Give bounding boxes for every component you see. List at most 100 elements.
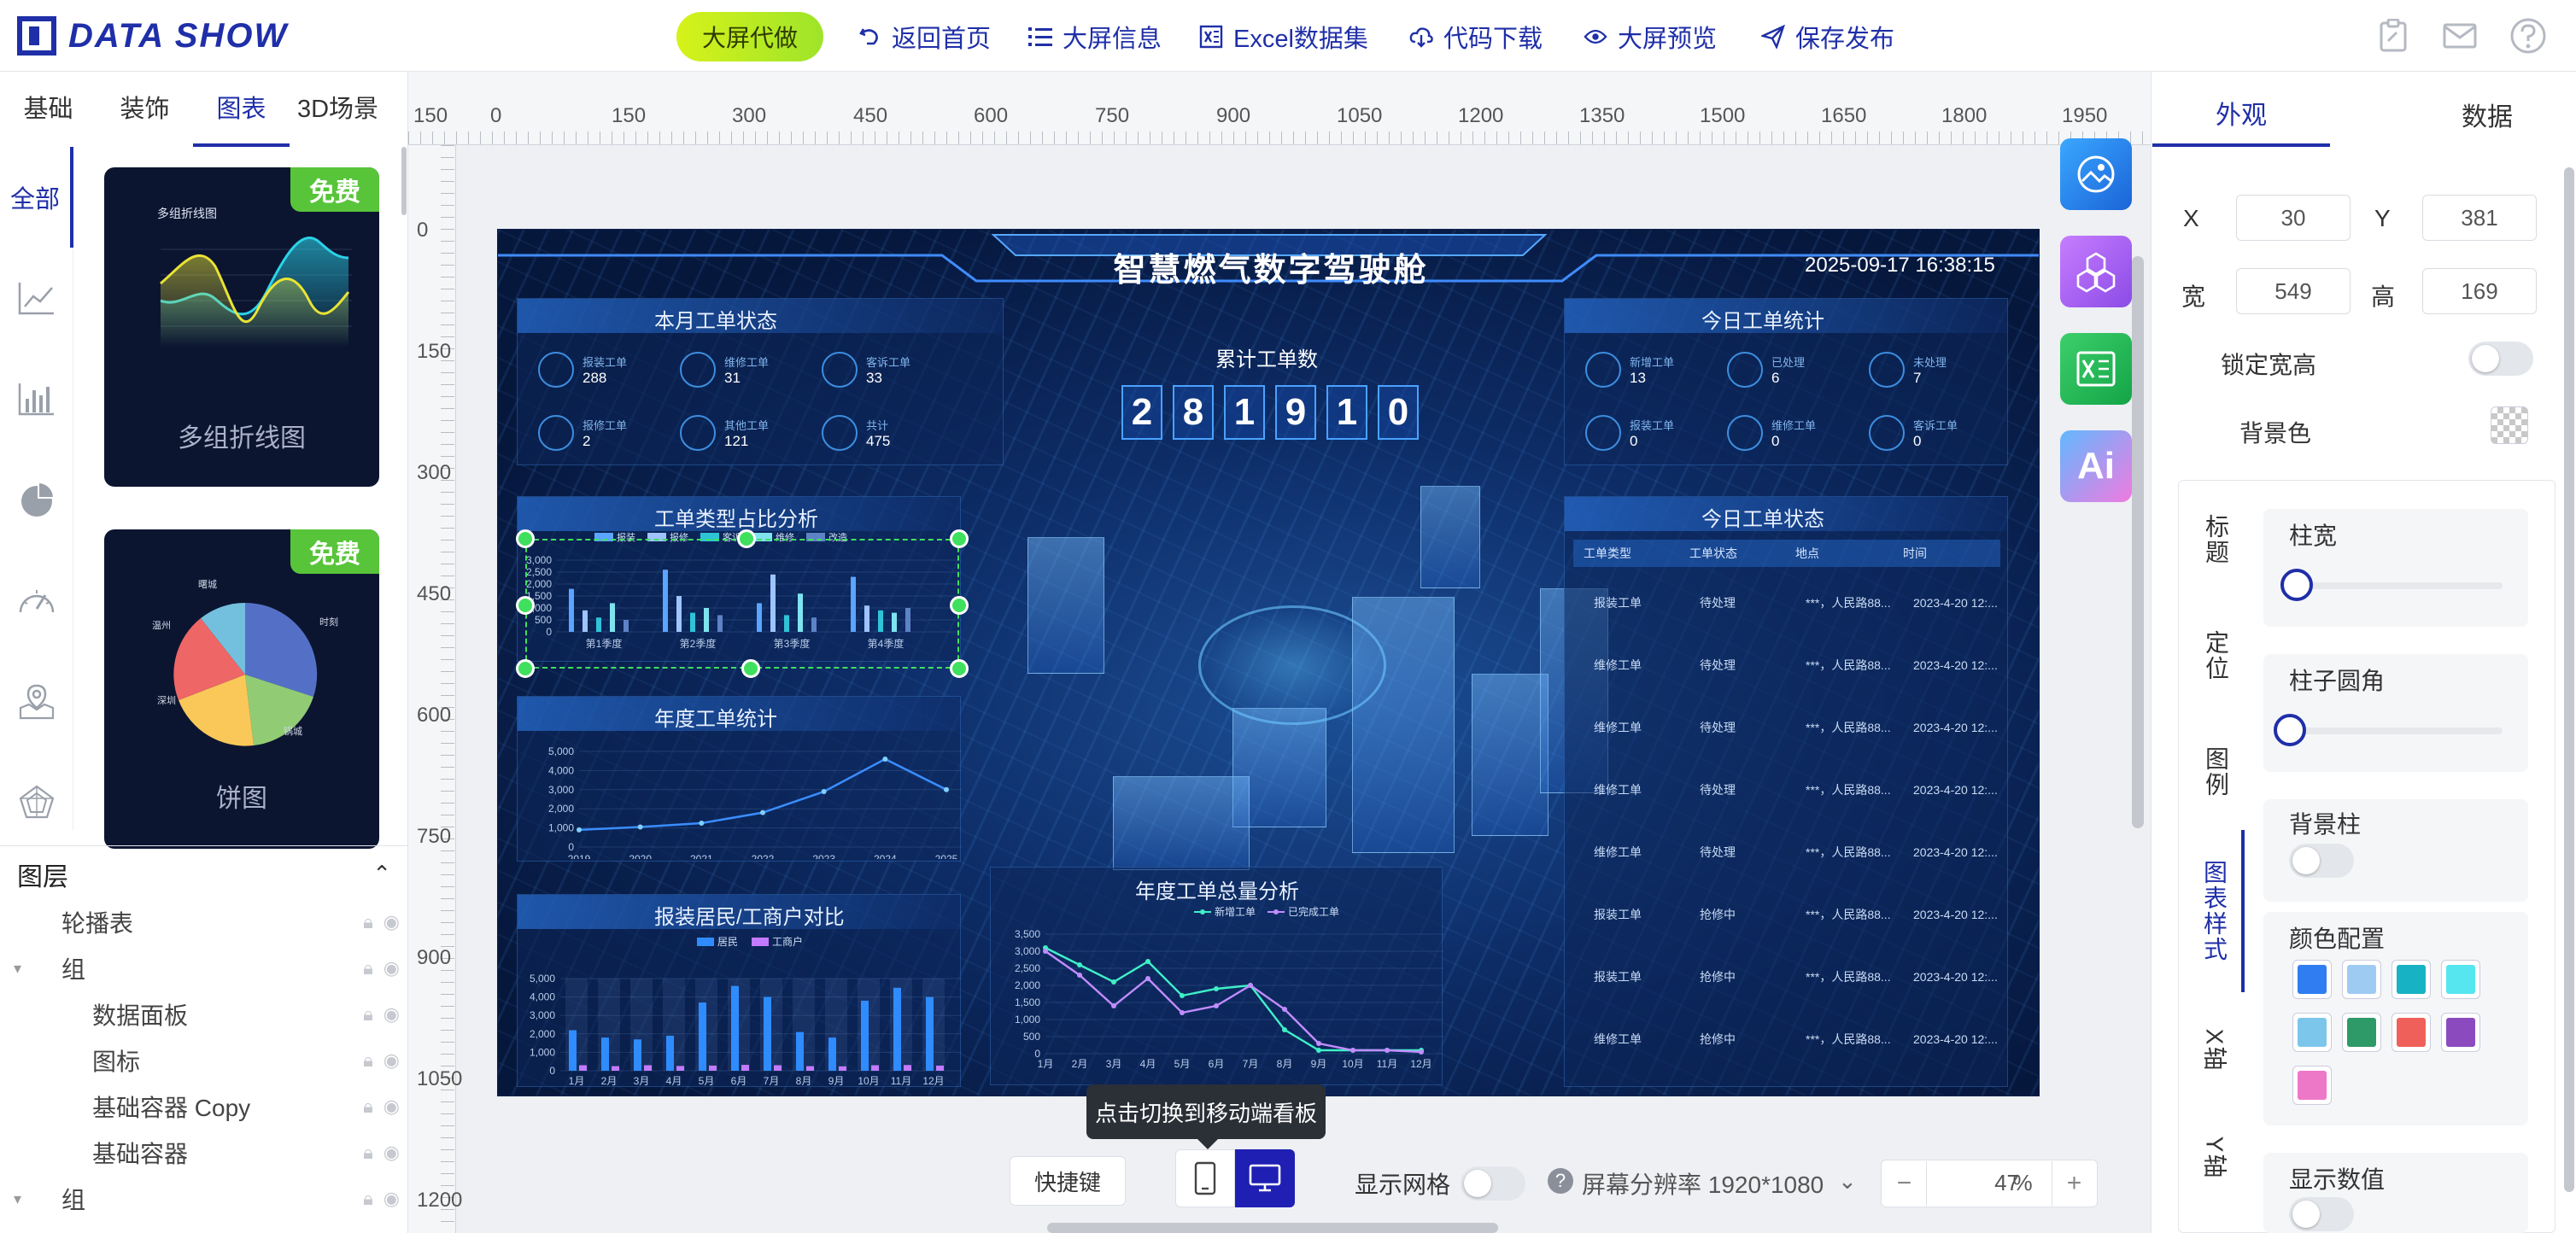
table-row[interactable]: 维修工单 待处理 ***，人民路88... 2023-4-20 12:... xyxy=(1584,759,2002,821)
zoom-in-button[interactable]: + xyxy=(2052,1161,2096,1206)
chevron-down-icon[interactable]: ⌄ xyxy=(1838,1168,1857,1195)
nav-excel-dataset[interactable]: Excel数据集 xyxy=(1199,12,1368,61)
resize-handle[interactable] xyxy=(516,529,535,548)
resize-handle[interactable] xyxy=(741,659,760,678)
table-row[interactable]: 维修工单 待处理 ***，人民路88... 2023-4-20 12:... xyxy=(1584,634,2002,696)
eye-icon[interactable]: ◉ xyxy=(383,1049,400,1072)
panel-resident-compare[interactable]: 报装居民/工商户对比 0 1,000 2,000 3,000 4,000 5,000 居民 工… xyxy=(517,894,962,1087)
eye-icon[interactable]: ◉ xyxy=(383,1142,400,1164)
chart-card-pie[interactable]: 免费 曙城 时刻 锅城 深圳 温州 饼图 xyxy=(104,529,379,849)
vtab-x-axis[interactable]: X轴 xyxy=(2187,1008,2245,1093)
layers-header[interactable]: 图层 ⌃ xyxy=(0,845,408,902)
mobile-view-button[interactable] xyxy=(1175,1149,1235,1207)
resize-handle[interactable] xyxy=(950,529,969,548)
vtab-chart-style[interactable]: 图表样式 xyxy=(2187,830,2245,992)
layer-item[interactable]: 图标 🔒︎ ◉ xyxy=(0,1038,408,1083)
color-swatch[interactable] xyxy=(2342,1013,2381,1052)
lock-icon[interactable]: 🔒︎ xyxy=(363,1096,373,1118)
color-swatch[interactable] xyxy=(2392,1013,2431,1052)
tab-decoration[interactable]: 装饰 xyxy=(97,82,193,147)
category-gauge-icon[interactable] xyxy=(0,550,73,651)
vtab-title[interactable]: 标题 xyxy=(2187,497,2245,582)
panel-month-status[interactable]: 本月工单状态 报装工单 288 维修工单 31 客诉工单 33 报修工单 2 其他工单 121 共计… xyxy=(517,298,1004,465)
nav-code-download[interactable]: 代码下载 xyxy=(1409,12,1543,61)
category-radar-icon[interactable] xyxy=(0,751,73,852)
show-value-toggle[interactable] xyxy=(2289,1197,2354,1231)
bar-width-track[interactable] xyxy=(2296,582,2503,589)
clipboard-icon[interactable] xyxy=(2371,14,2415,58)
category-map-icon[interactable] xyxy=(0,651,73,751)
category-line-icon[interactable] xyxy=(0,248,73,348)
vip-service-button[interactable]: 大屏代做 xyxy=(676,12,823,61)
chevron-up-icon[interactable]: ⌃ xyxy=(372,861,391,887)
resize-handle[interactable] xyxy=(950,596,969,615)
nav-back-home[interactable]: 返回首页 xyxy=(858,12,991,61)
lock-icon[interactable]: 🔒︎ xyxy=(363,957,373,979)
color-swatch[interactable] xyxy=(2292,960,2332,999)
layer-item[interactable]: 基础容器 🔒︎ ◉ xyxy=(0,1131,408,1175)
color-swatch[interactable] xyxy=(2292,1066,2332,1105)
table-row[interactable]: 报装工单 待处理 ***，人民路88... 2023-4-20 12:... xyxy=(1584,572,2002,634)
canvas-horizontal-scrollbar[interactable] xyxy=(1047,1223,1498,1233)
table-row[interactable]: 维修工单 待处理 ***，人民路88... 2023-4-20 12:... xyxy=(1584,821,2002,883)
tab-3d-scene[interactable]: 3D场景 xyxy=(290,82,386,147)
tab-appearance[interactable]: 外观 xyxy=(2152,82,2330,147)
caret-down-icon[interactable]: ▾ xyxy=(14,1190,29,1208)
caret-down-icon[interactable]: ▾ xyxy=(14,960,29,978)
eye-icon[interactable]: ◉ xyxy=(383,1003,400,1026)
vtab-position[interactable]: 定位 xyxy=(2187,613,2245,698)
panel-total-analysis[interactable]: 年度工单总量分析 0 500 1,000 1,500 2,000 2,500 3,000 3,… xyxy=(990,867,1443,1085)
resize-handle[interactable] xyxy=(737,529,756,548)
eye-icon[interactable]: ◉ xyxy=(383,1096,400,1118)
category-all[interactable]: 全部 xyxy=(0,147,73,248)
eye-icon[interactable]: ◉ xyxy=(383,911,400,933)
bar-radius-track[interactable] xyxy=(2289,728,2503,734)
canvas-vertical-scrollbar[interactable] xyxy=(2132,256,2144,828)
bar-radius-knob[interactable] xyxy=(2274,714,2306,746)
lock-icon[interactable]: 🔒︎ xyxy=(363,911,373,933)
table-row[interactable]: 报装工单 抢修中 ***，人民路88... 2023-4-20 12:... xyxy=(1584,946,2002,1008)
help-icon[interactable]: ? xyxy=(1548,1168,1573,1194)
resize-handle[interactable] xyxy=(516,659,535,678)
y-input[interactable]: 381 xyxy=(2422,195,2537,241)
lock-ratio-toggle[interactable] xyxy=(2468,342,2533,376)
height-input[interactable]: 169 xyxy=(2422,268,2537,314)
resize-handle[interactable] xyxy=(516,596,535,615)
vtab-legend[interactable]: 图例 xyxy=(2187,729,2245,815)
color-swatch[interactable] xyxy=(2441,1013,2480,1052)
eye-icon[interactable]: ◉ xyxy=(383,957,400,979)
lock-icon[interactable]: 🔒︎ xyxy=(363,1188,373,1210)
tab-charts[interactable]: 图表 xyxy=(193,82,290,147)
mail-icon[interactable] xyxy=(2438,14,2482,58)
color-swatch[interactable] xyxy=(2441,960,2480,999)
color-swatch[interactable] xyxy=(2342,960,2381,999)
category-bar-icon[interactable] xyxy=(0,348,73,449)
selection-box[interactable] xyxy=(525,539,959,669)
lock-icon[interactable]: 🔒︎ xyxy=(363,1142,373,1164)
vtab-y-axis[interactable]: Y轴 xyxy=(2187,1115,2245,1201)
chart-card-multi-line[interactable]: 免费 多组折线图 多组折线图 xyxy=(104,167,379,487)
width-input[interactable]: 549 xyxy=(2236,268,2351,314)
zoom-out-button[interactable]: − xyxy=(1882,1161,1927,1206)
lock-icon[interactable]: 🔒︎ xyxy=(363,1049,373,1072)
layer-item[interactable]: 基础容器 Copy 🔒︎ ◉ xyxy=(0,1084,408,1129)
help-icon[interactable] xyxy=(2506,14,2550,58)
shortcut-button[interactable]: 快捷键 xyxy=(1010,1156,1126,1206)
desktop-view-button[interactable] xyxy=(1235,1149,1295,1207)
resize-handle[interactable] xyxy=(950,659,969,678)
properties-scrollbar[interactable] xyxy=(2564,167,2574,1192)
dashboard-canvas[interactable]: 智慧燃气数字驾驶舱 2025-09-17 16:38:15 累计工单数 2819… xyxy=(497,229,2040,1096)
ai-tool-button[interactable]: Ai xyxy=(2060,430,2132,502)
table-row[interactable]: 维修工单 待处理 ***，人民路88... 2023-4-20 12:... xyxy=(1584,697,2002,758)
lock-icon[interactable]: 🔒︎ xyxy=(363,1003,373,1026)
tab-basic[interactable]: 基础 xyxy=(0,82,97,147)
layer-group[interactable]: ▾ 组 🔒︎ ◉ xyxy=(0,946,408,990)
x-input[interactable]: 30 xyxy=(2236,195,2351,241)
nav-save-publish[interactable]: 保存发布 xyxy=(1761,12,1894,61)
component-scrollbar[interactable] xyxy=(401,147,407,215)
image-tool-button[interactable] xyxy=(2060,138,2132,210)
layer-item[interactable]: 数据面板🔒︎◉ xyxy=(0,1223,408,1233)
excel-tool-button[interactable] xyxy=(2060,333,2132,405)
resolution-select[interactable]: 屏幕分辨率 1920*1080 xyxy=(1582,1166,1824,1201)
color-swatch[interactable] xyxy=(2292,1013,2332,1052)
